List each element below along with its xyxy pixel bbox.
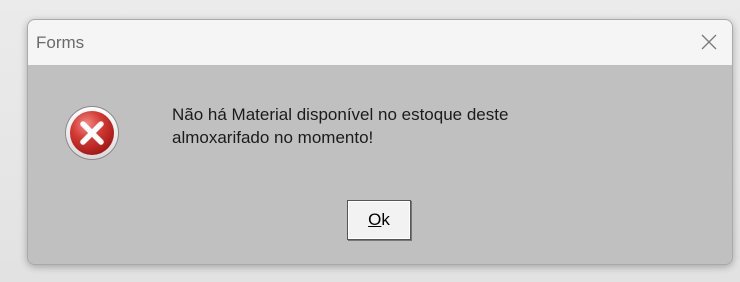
- ok-button[interactable]: Ok: [347, 200, 411, 240]
- message-dialog: Forms Não há Material disponível no esto…: [27, 19, 733, 265]
- dialog-body: Não há Material disponível no estoque de…: [28, 65, 732, 264]
- dialog-title: Forms: [36, 33, 85, 52]
- error-message: Não há Material disponível no estoque de…: [172, 103, 652, 149]
- message-line-2: almoxarifado no momento!: [172, 128, 374, 147]
- title-bar: Forms: [28, 20, 732, 65]
- close-icon: [701, 34, 717, 50]
- message-line-1: Não há Material disponível no estoque de…: [172, 105, 509, 124]
- close-button[interactable]: [692, 26, 726, 58]
- ok-label-rest: k: [381, 210, 390, 229]
- ok-mnemonic: O: [368, 210, 382, 229]
- error-icon: [65, 106, 119, 160]
